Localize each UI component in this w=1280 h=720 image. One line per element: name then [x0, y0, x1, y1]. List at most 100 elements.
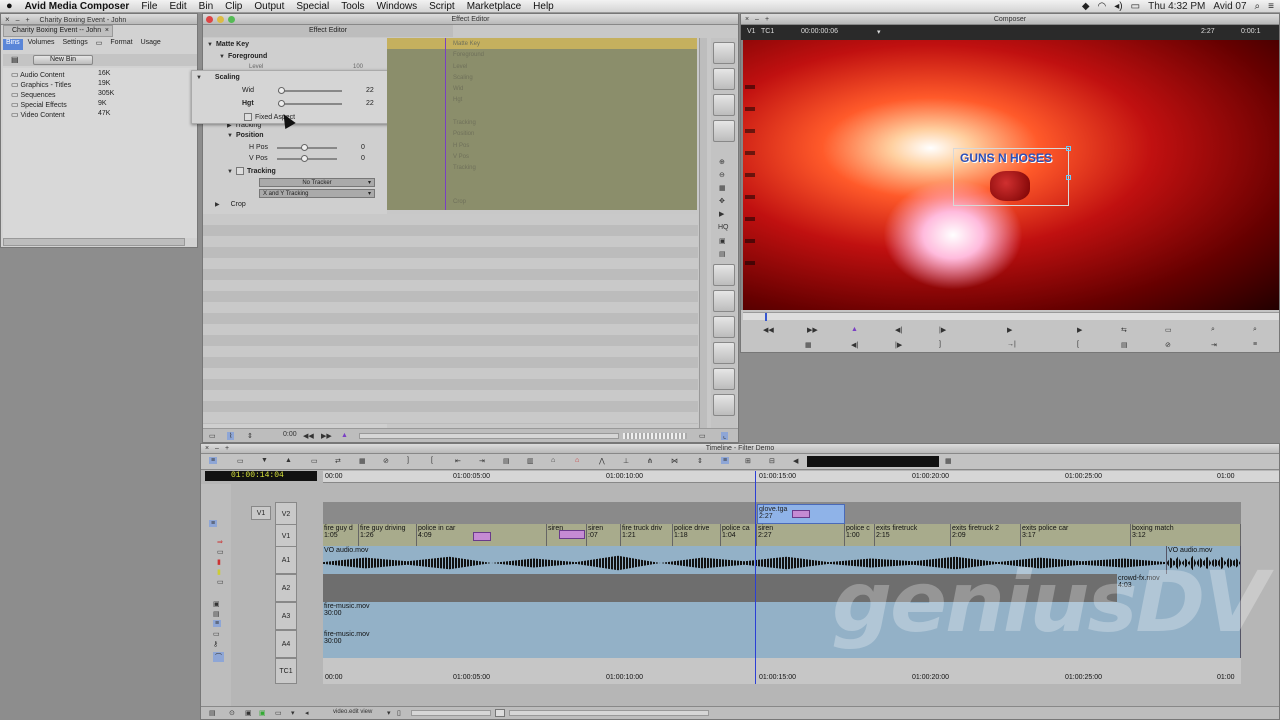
effect-tool-button[interactable]: [713, 42, 735, 64]
save-effect-icon[interactable]: ▤: [719, 250, 726, 258]
app-menu[interactable]: Avid Media Composer: [19, 1, 136, 12]
zoom-icon[interactable]: +: [225, 444, 229, 454]
play-icon[interactable]: ▶: [719, 210, 724, 218]
timeline-scroll-thumb[interactable]: [495, 709, 505, 717]
match-frame-icon[interactable]: ⇆: [1121, 326, 1127, 334]
footer-tool-icon[interactable]: ▭: [699, 432, 706, 440]
battery-icon[interactable]: ▭: [1131, 1, 1140, 12]
effect-tool-button[interactable]: [713, 264, 735, 286]
enlarge-icon[interactable]: ▭: [209, 432, 216, 440]
v1-clip[interactable]: fire guy d 1:05: [323, 524, 359, 546]
v1-clip[interactable]: fire truck driv 1:21: [621, 524, 673, 546]
tool-icon[interactable]: ▣: [213, 600, 220, 608]
step-icon[interactable]: ⇕: [247, 432, 253, 440]
menu-clip[interactable]: Clip: [219, 1, 248, 12]
v1-clip[interactable]: exits police car 3:17: [1021, 524, 1131, 546]
overwrite-icon[interactable]: ⇥: [1211, 341, 1217, 349]
param-scaling[interactable]: ▼ Scaling: [196, 74, 240, 81]
search-icon[interactable]: ⌕: [1211, 326, 1215, 334]
tool-icon[interactable]: ⋈: [671, 457, 678, 465]
v1-clip[interactable]: exits firetruck 2:15: [875, 524, 951, 546]
footer-icon[interactable]: ▾: [291, 709, 295, 717]
bin-item[interactable]: ▭ Special Effects: [11, 100, 67, 109]
v1-clip[interactable]: siren: [547, 524, 587, 546]
menu-marketplace[interactable]: Marketplace: [461, 1, 527, 12]
effect-tool-button[interactable]: [713, 94, 735, 116]
tool-icon[interactable]: ▭: [217, 578, 224, 586]
effect-tool-button[interactable]: [713, 68, 735, 90]
param-crop[interactable]: ▶ Crop: [215, 201, 246, 208]
menu-output[interactable]: Output: [248, 1, 290, 12]
tool-icon[interactable]: ⌂: [551, 457, 555, 464]
hpos-value[interactable]: 0: [361, 144, 365, 151]
list-icon[interactable]: ≡: [1268, 1, 1274, 12]
render-icon[interactable]: ▣: [719, 237, 726, 245]
param-foreground[interactable]: ▼ Foreground: [219, 53, 267, 60]
v1-clip[interactable]: fire guy driving 1:26: [359, 524, 417, 546]
play-loop-icon[interactable]: ▶: [1077, 326, 1082, 334]
menu-file[interactable]: File: [135, 1, 163, 12]
lift-icon[interactable]: ▲: [285, 457, 292, 464]
fixed-aspect-checkbox[interactable]: [244, 113, 252, 121]
timeline-timecode[interactable]: 01:00:14:04: [205, 471, 317, 481]
tool-icon[interactable]: ▦: [359, 457, 366, 465]
tool-icon[interactable]: ⋀: [599, 457, 605, 465]
vpos-value[interactable]: 0: [361, 155, 365, 162]
effect-tool-button[interactable]: [713, 342, 735, 364]
effect-tool-button[interactable]: [713, 368, 735, 390]
minimize-icon[interactable]: –: [16, 17, 20, 24]
keyframe-scrollbar[interactable]: [699, 38, 707, 428]
effect-tool-button[interactable]: [713, 394, 735, 416]
mark-in-icon[interactable]: [: [431, 457, 433, 464]
footer-tool-icon[interactable]: ⌞: [721, 432, 729, 440]
clock[interactable]: Thu 4:32 PM: [1148, 1, 1205, 12]
volume-icon[interactable]: ◂): [1114, 1, 1122, 12]
track-a3[interactable]: A3: [275, 602, 297, 630]
tool-icon[interactable]: ⚷: [213, 640, 218, 648]
tool-icon[interactable]: ≡: [213, 620, 222, 627]
tab-format[interactable]: Format: [107, 39, 135, 50]
footer-icon[interactable]: ◂: [305, 709, 309, 717]
dropbox-icon[interactable]: ◆: [1082, 1, 1090, 12]
bin-item[interactable]: ▭ Sequences: [11, 90, 56, 99]
tool-icon[interactable]: ⇥: [479, 457, 485, 465]
timeline-scroll-track[interactable]: [411, 710, 491, 716]
zoom-icon[interactable]: +: [25, 17, 29, 24]
tab-volumes[interactable]: Volumes: [25, 39, 58, 50]
minimize-icon[interactable]: [217, 16, 224, 23]
zoom-icon[interactable]: [228, 16, 235, 23]
tool-icon[interactable]: ⇄: [335, 457, 341, 465]
next-keyframe-icon[interactable]: ▶▶: [321, 432, 332, 440]
composer-playhead[interactable]: [765, 313, 767, 321]
param-matte-key[interactable]: ▼ Matte Key: [207, 41, 249, 48]
apple-icon[interactable]: ●: [0, 0, 19, 12]
mark-out-icon[interactable]: |▶: [895, 341, 902, 349]
close-icon[interactable]: ×: [5, 15, 10, 24]
zoom-in-icon[interactable]: ⊕: [719, 158, 725, 166]
timeline-playhead[interactable]: [755, 471, 756, 684]
tool-icon[interactable]: ▦: [945, 457, 952, 465]
step-back-icon[interactable]: ◀|: [895, 326, 902, 334]
wid-slider-thumb[interactable]: [278, 87, 285, 94]
v1-clip[interactable]: police c 1:00: [845, 524, 875, 546]
minimize-icon[interactable]: –: [215, 444, 219, 454]
move-icon[interactable]: ✥: [719, 197, 725, 205]
close-tab-icon[interactable]: ×: [105, 26, 109, 36]
bbox-handle[interactable]: [1066, 146, 1071, 151]
track-tc1[interactable]: TC1: [275, 658, 297, 684]
hgt-slider-thumb[interactable]: [278, 100, 285, 107]
chevron-down-icon[interactable]: ▾: [877, 28, 881, 36]
graphic-bounding-box[interactable]: GUNS N HOSES: [953, 146, 1071, 206]
timeline-menu-icon[interactable]: ≡: [209, 457, 218, 464]
zoom-slider[interactable]: [623, 433, 687, 439]
timeline-view-menu[interactable]: video.edit view: [333, 709, 372, 715]
yellow-tool-icon[interactable]: ▮: [217, 568, 221, 576]
track-a1[interactable]: A1: [275, 546, 297, 574]
tc-label[interactable]: TC1: [761, 28, 774, 35]
search-icon[interactable]: ⌕: [1253, 326, 1257, 334]
grid-icon[interactable]: ▦: [805, 341, 812, 349]
mark-in-icon[interactable]: ◀|: [851, 341, 858, 349]
tab-bins[interactable]: Bins: [3, 39, 23, 50]
vpos-slider-thumb[interactable]: [301, 155, 308, 162]
no-icon[interactable]: ⊘: [1165, 341, 1171, 349]
